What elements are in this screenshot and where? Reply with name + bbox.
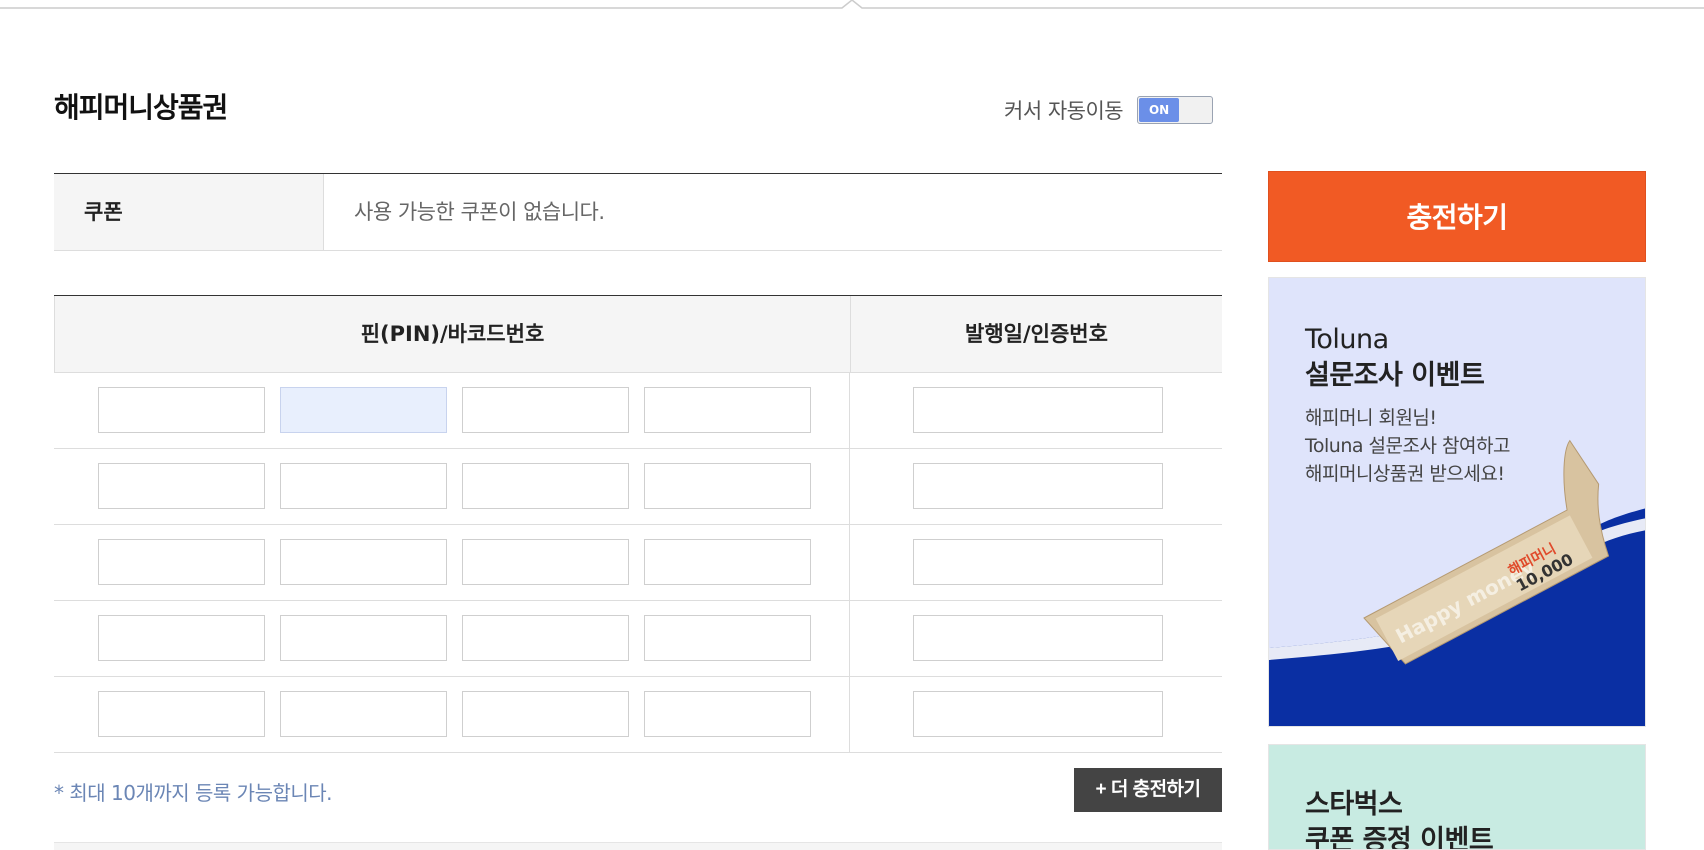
toluna-banner-desc-line1: 해피머니 회원님!: [1305, 407, 1437, 429]
pin-input-3-4[interactable]: [644, 539, 811, 585]
toluna-banner-title-line1: Toluna: [1305, 324, 1389, 355]
cursor-auto-move: 커서 자동이동 ON: [1004, 95, 1214, 125]
date-auth-input-1[interactable]: [913, 387, 1163, 433]
pin-cells: [54, 677, 850, 752]
pin-input-2-1[interactable]: [98, 463, 265, 509]
date-auth-input-2[interactable]: [913, 463, 1163, 509]
pin-input-4-4[interactable]: [644, 615, 811, 661]
pin-input-4-3[interactable]: [462, 615, 629, 661]
pin-input-4-2[interactable]: [280, 615, 447, 661]
coupon-value: 사용 가능한 쿠폰이 없습니다.: [354, 200, 605, 224]
pin-row: [54, 525, 1222, 601]
toluna-banner-title-line2: 설문조사 이벤트: [1305, 360, 1485, 391]
date-cell: [850, 449, 1222, 524]
toluna-event-banner[interactable]: Happy money 해피머니 10,000 Toluna 설문조사 이벤트 …: [1268, 277, 1646, 727]
page-title: 해피머니상품권: [54, 91, 228, 124]
pin-row: [54, 373, 1222, 449]
toluna-banner-desc-line2: Toluna 설문조사 참여하고: [1305, 435, 1510, 457]
date-column-header: 발행일/인증번호: [965, 322, 1108, 346]
cursor-auto-move-label: 커서 자동이동: [1004, 99, 1124, 123]
coupon-row: 쿠폰 사용 가능한 쿠폰이 없습니다.: [54, 173, 1222, 251]
starbucks-banner-title-line1: 스타벅스: [1305, 789, 1403, 820]
date-auth-input-5[interactable]: [913, 691, 1163, 737]
bottom-section-edge: [54, 842, 1222, 850]
pin-input-5-3[interactable]: [462, 691, 629, 737]
pin-input-2-3[interactable]: [462, 463, 629, 509]
pin-cells: [54, 449, 850, 524]
pin-row: [54, 677, 1222, 753]
date-cell: [850, 525, 1222, 600]
pin-row: [54, 449, 1222, 525]
pin-column-header: 핀(PIN)/바코드번호: [55, 296, 851, 372]
toggle-on-label: ON: [1139, 98, 1180, 122]
pin-input-4-1[interactable]: [98, 615, 265, 661]
charge-button[interactable]: 충전하기: [1268, 171, 1646, 262]
date-cell: [850, 373, 1222, 448]
toluna-banner-desc: 해피머니 회원님! Toluna 설문조사 참여하고 해피머니상품권 받으세요!: [1305, 404, 1510, 488]
coupon-header: 쿠폰: [54, 174, 324, 250]
date-cell: [850, 677, 1222, 752]
toluna-banner-title: Toluna 설문조사 이벤트: [1305, 322, 1485, 394]
pin-row: [54, 601, 1222, 677]
date-auth-input-4[interactable]: [913, 615, 1163, 661]
pin-input-5-1[interactable]: [98, 691, 265, 737]
pin-cells: [54, 525, 850, 600]
pin-input-1-3[interactable]: [462, 387, 629, 433]
pin-input-1-1[interactable]: [98, 387, 265, 433]
pin-input-2-2[interactable]: [280, 463, 447, 509]
pin-input-2-4[interactable]: [644, 463, 811, 509]
starbucks-event-banner[interactable]: 스타벅스 쿠폰 증정 이벤트: [1268, 744, 1646, 850]
toluna-banner-desc-line3: 해피머니상품권 받으세요!: [1305, 463, 1505, 485]
pin-input-1-4[interactable]: [644, 387, 811, 433]
pin-input-3-3[interactable]: [462, 539, 629, 585]
pin-input-5-4[interactable]: [644, 691, 811, 737]
top-tab-border: [0, 0, 1704, 9]
add-more-button[interactable]: + 더 충전하기: [1074, 768, 1222, 812]
pin-input-5-2[interactable]: [280, 691, 447, 737]
pin-cells: [54, 601, 850, 676]
pin-table-header: 핀(PIN)/바코드번호 발행일/인증번호: [54, 296, 1222, 373]
cursor-auto-move-toggle[interactable]: ON: [1137, 96, 1214, 124]
starbucks-banner-title-line2: 쿠폰 증정 이벤트: [1305, 825, 1494, 850]
pin-input-3-1[interactable]: [98, 539, 265, 585]
max-register-note: * 최대 10개까지 등록 가능합니다.: [54, 781, 333, 805]
pin-input-1-2[interactable]: [280, 387, 447, 433]
pin-input-3-2[interactable]: [280, 539, 447, 585]
date-cell: [850, 601, 1222, 676]
date-auth-input-3[interactable]: [913, 539, 1163, 585]
starbucks-banner-title: 스타벅스 쿠폰 증정 이벤트: [1305, 787, 1494, 850]
pin-cells: [54, 373, 850, 448]
pin-table: 핀(PIN)/바코드번호 발행일/인증번호: [54, 295, 1222, 753]
